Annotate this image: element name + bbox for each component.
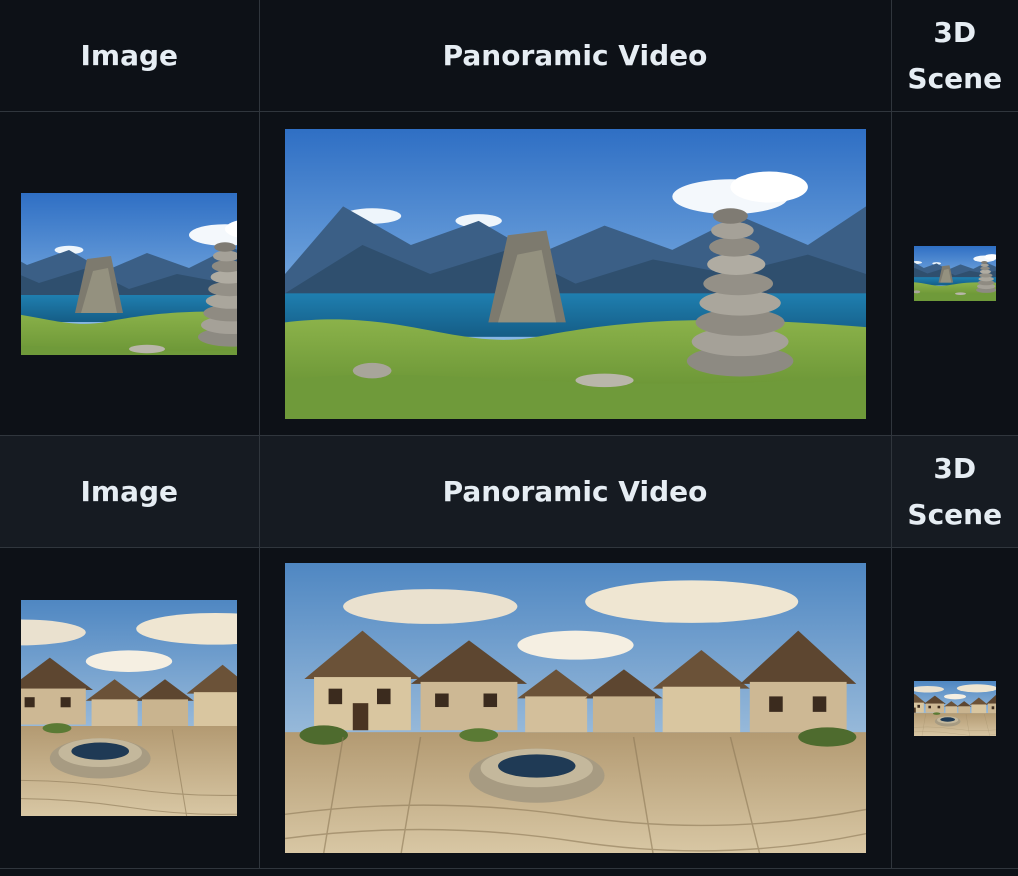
- header-panoramic-video: Panoramic Video: [258, 0, 892, 112]
- village-3d-scene[interactable]: [913, 680, 996, 736]
- header-row-1: Image Panoramic Video 3D Scene: [0, 0, 1018, 112]
- media-row-1: [0, 111, 1018, 436]
- village-panorama-video[interactable]: [284, 563, 866, 853]
- cell-3d-scene: [890, 547, 1018, 869]
- header-3d-scene: 3D Scene: [890, 0, 1018, 112]
- cell-3d-scene: [890, 111, 1018, 436]
- cell-panoramic-video: [258, 547, 892, 869]
- media-row-2: [0, 547, 1018, 869]
- village-image: [21, 600, 238, 816]
- header-3d-scene-label: 3D Scene: [907, 451, 1003, 531]
- header-row-2: Image Panoramic Video 3D Scene: [0, 435, 1018, 548]
- header-3d-scene-label: 3D Scene: [907, 15, 1003, 95]
- mountain-lake-panorama-video[interactable]: [284, 128, 866, 419]
- comparison-table: Image Panoramic Video 3D Scene Image Pan…: [0, 0, 1018, 869]
- mountain-lake-image: [21, 192, 238, 355]
- header-image: Image: [0, 0, 260, 112]
- header-image: Image: [0, 435, 260, 548]
- mountain-lake-3d-scene[interactable]: [913, 246, 996, 301]
- header-3d-scene: 3D Scene: [890, 435, 1018, 548]
- cell-image: [0, 111, 260, 436]
- cell-panoramic-video: [258, 111, 892, 436]
- header-panoramic-video: Panoramic Video: [258, 435, 892, 548]
- cell-image: [0, 547, 260, 869]
